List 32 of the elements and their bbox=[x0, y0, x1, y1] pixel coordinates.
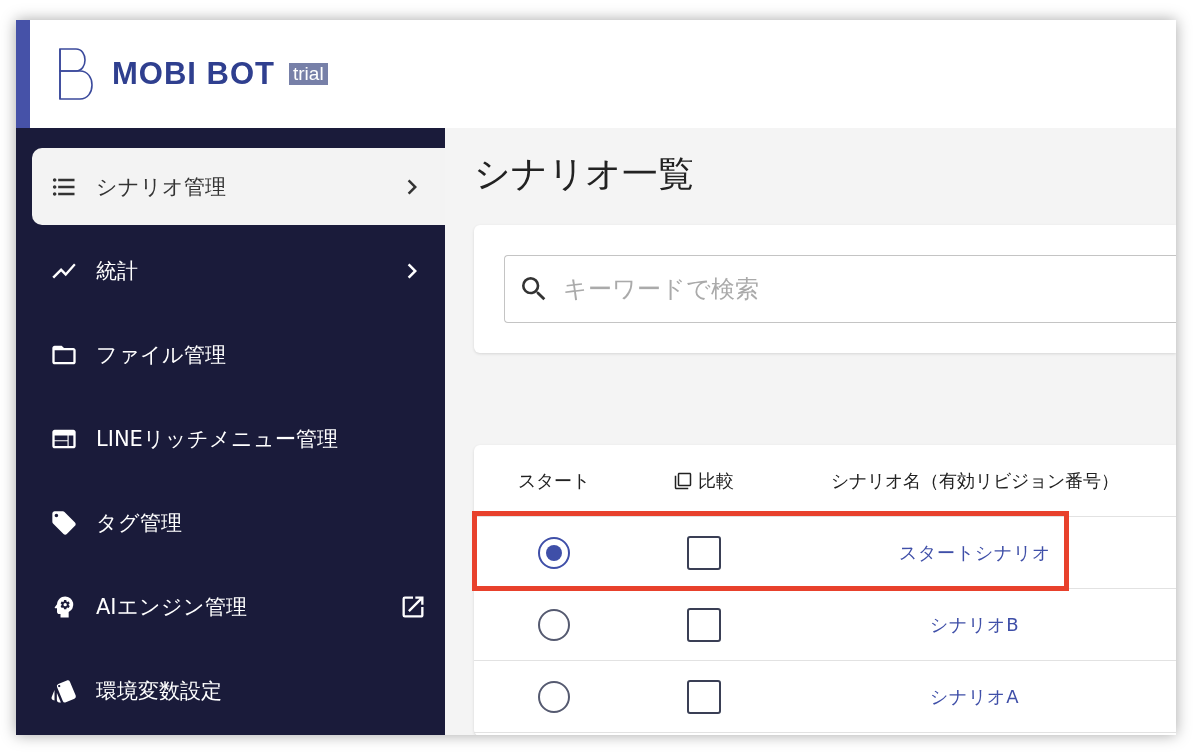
compare-checkbox[interactable] bbox=[687, 535, 721, 570]
sidebar-item[interactable]: ファイル管理 bbox=[32, 316, 445, 393]
sidebar-item[interactable]: 環境変数設定 bbox=[32, 652, 445, 729]
column-header: シナリオ名（有効リビジョン番号） bbox=[831, 468, 1119, 493]
sidebar-item-label: LINEリッチメニュー管理 bbox=[96, 425, 339, 453]
start-radio[interactable] bbox=[538, 680, 570, 713]
sidebar-item-label: シナリオ管理 bbox=[96, 173, 227, 201]
scenario-link[interactable]: シナリオB bbox=[930, 612, 1020, 637]
start-radio[interactable] bbox=[538, 608, 570, 641]
search-field[interactable]: キーワードで検索 bbox=[504, 255, 1176, 323]
trial-badge: trial bbox=[289, 63, 328, 85]
tag-icon bbox=[50, 508, 78, 537]
page-title: シナリオ一覧 bbox=[474, 152, 695, 196]
copy-icon bbox=[674, 471, 692, 490]
logo-text: MOBI BOT bbox=[112, 56, 275, 92]
sidebar-item[interactable]: タグ管理 bbox=[32, 484, 445, 561]
sidebar-item-label: 環境変数設定 bbox=[96, 677, 223, 705]
compare-checkbox[interactable] bbox=[687, 607, 721, 642]
sidebar-item[interactable]: LINEリッチメニュー管理 bbox=[32, 400, 445, 477]
start-radio[interactable] bbox=[538, 536, 570, 569]
sidebar-item[interactable]: 統計 bbox=[32, 232, 445, 309]
scenario-link[interactable]: シナリオA bbox=[930, 684, 1020, 709]
scenario-link[interactable]: スタートシナリオ bbox=[899, 540, 1051, 565]
sidebar-item-label: AIエンジン管理 bbox=[96, 593, 248, 621]
column-header: スタート bbox=[518, 468, 590, 493]
sidebar-item-label: 統計 bbox=[96, 257, 139, 285]
sidebar-item[interactable]: AIエンジン管理 bbox=[32, 568, 445, 645]
compare-checkbox[interactable] bbox=[687, 679, 721, 714]
sidebar-item-label: タグ管理 bbox=[96, 509, 183, 537]
sidebar-item-label: ファイル管理 bbox=[96, 341, 227, 369]
column-header: 比較 bbox=[698, 468, 734, 493]
sidebar-item[interactable]: シナリオ管理 bbox=[32, 148, 445, 225]
